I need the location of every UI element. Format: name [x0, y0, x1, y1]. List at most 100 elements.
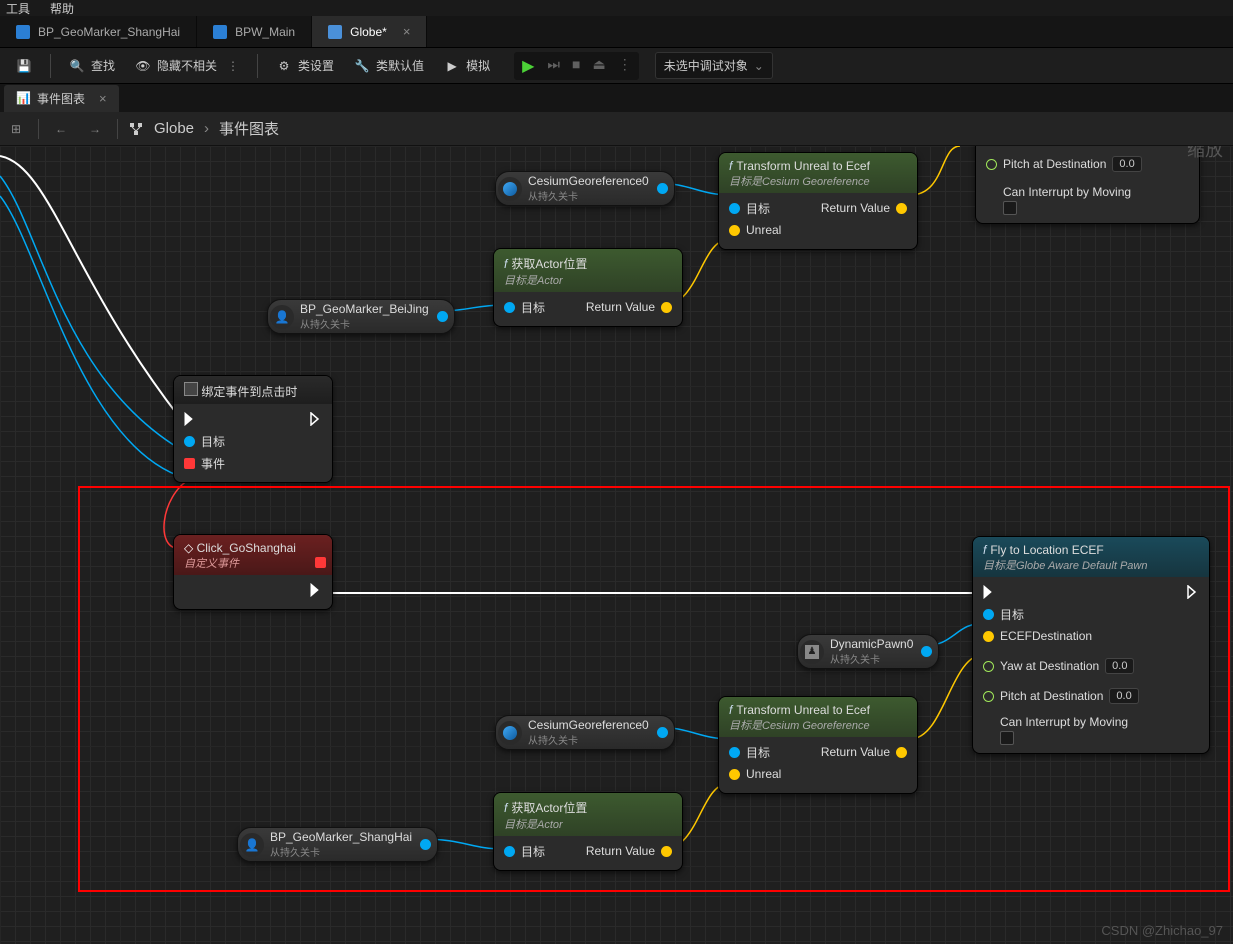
pin-target[interactable]: [729, 747, 740, 758]
node-bind-event-onclick[interactable]: 绑定事件到点击时 目标 事件: [173, 375, 333, 483]
simulation-button[interactable]: ▶模拟: [436, 53, 498, 78]
pin-target[interactable]: [184, 436, 195, 447]
subtab-event-graph[interactable]: 📊 事件图表 ×: [4, 85, 119, 112]
cesium-icon: [498, 177, 522, 201]
graph-canvas[interactable]: Yaw at Destination0.0 Pitch at Destinati…: [0, 146, 1233, 944]
more-icon[interactable]: ⋮: [615, 56, 635, 76]
pin-delegate-out[interactable]: [315, 557, 326, 568]
tab-bpw-main[interactable]: BPW_Main: [197, 16, 312, 47]
search-icon: 🔍: [69, 58, 85, 74]
nav-menu-icon[interactable]: ⊞: [4, 117, 28, 141]
tab-label: BPW_Main: [235, 25, 295, 39]
value-input[interactable]: 0.0: [1109, 688, 1138, 704]
wrench-icon: 🔧: [354, 58, 370, 74]
node-var-geomarker-beijing[interactable]: 👤 BP_GeoMarker_BeiJing从持久关卡: [267, 299, 455, 334]
main-tabs: BP_GeoMarker_ShangHai BPW_Main Globe* ×: [0, 16, 1233, 48]
graph-icon: [128, 121, 144, 137]
tab-globe[interactable]: Globe* ×: [312, 16, 427, 47]
node-fly-to-location-ecef[interactable]: fFly to Location ECEF目标是Globe Aware Defa…: [972, 536, 1210, 754]
step-button[interactable]: ⏭: [544, 56, 563, 76]
dropdown-icon: ⋮: [227, 59, 239, 73]
pin-target[interactable]: [983, 609, 994, 620]
pin-ecef[interactable]: [983, 631, 994, 642]
function-icon: f: [983, 543, 986, 557]
sub-tabs: 📊 事件图表 ×: [0, 84, 1233, 112]
pin-return[interactable]: [896, 747, 907, 758]
node-var-dynamic-pawn[interactable]: ♟ DynamicPawn0从持久关卡: [797, 634, 939, 669]
blueprint-icon: [16, 25, 30, 39]
pin-object-out[interactable]: [921, 646, 932, 657]
menu-tools[interactable]: 工具: [6, 0, 30, 16]
close-icon[interactable]: ×: [403, 24, 411, 39]
pin-target[interactable]: [504, 302, 515, 313]
event-icon: [184, 382, 198, 396]
pin-exec-out[interactable]: [310, 583, 322, 597]
separator: [50, 54, 51, 78]
node-get-actor-location-1[interactable]: f获取Actor位置目标是Actor 目标Return Value: [493, 248, 683, 327]
nav-back-button[interactable]: ←: [49, 117, 73, 141]
pin-unreal[interactable]: [729, 769, 740, 780]
pin-target[interactable]: [729, 203, 740, 214]
menu-help[interactable]: 帮助: [50, 0, 74, 16]
breadcrumb-current[interactable]: 事件图表: [219, 118, 279, 139]
blueprint-icon: [328, 25, 342, 39]
eject-button[interactable]: ⏏: [589, 56, 608, 76]
node-flyto-partial[interactable]: Yaw at Destination0.0 Pitch at Destinati…: [975, 146, 1200, 224]
function-icon: f: [729, 159, 732, 173]
pin-object-out[interactable]: [657, 727, 668, 738]
stop-button[interactable]: ■: [569, 56, 583, 76]
checkbox[interactable]: [1000, 731, 1014, 745]
value-input[interactable]: 0.0: [1105, 658, 1134, 674]
node-get-actor-location-2[interactable]: f获取Actor位置目标是Actor 目标Return Value: [493, 792, 683, 871]
pin-exec-out[interactable]: [1187, 585, 1199, 599]
node-var-cesium-georeference-1[interactable]: CesiumGeoreference0从持久关卡: [495, 171, 675, 206]
find-button[interactable]: 🔍查找: [61, 53, 123, 78]
pin-bool[interactable]: [986, 185, 997, 196]
close-icon[interactable]: ×: [99, 91, 107, 106]
nav-forward-button[interactable]: →: [83, 117, 107, 141]
pin-delegate[interactable]: [184, 458, 195, 469]
class-settings-button[interactable]: ⚙类设置: [268, 53, 342, 78]
pin-object-out[interactable]: [657, 183, 668, 194]
pin-yaw[interactable]: [983, 661, 994, 672]
save-button[interactable]: 💾: [8, 54, 40, 78]
pin-unreal[interactable]: [729, 225, 740, 236]
node-var-geomarker-shanghai[interactable]: 👤 BP_GeoMarker_ShangHai从持久关卡: [237, 827, 438, 862]
event-diamond-icon: ◇: [184, 541, 193, 555]
pin-pitch[interactable]: [983, 691, 994, 702]
toolbar: 💾 🔍查找 👁隐藏不相关⋮ ⚙类设置 🔧类默认值 ▶模拟 ▶ ⏭ ■ ⏏ ⋮ 未…: [0, 48, 1233, 84]
node-transform-unreal-ecef-1[interactable]: fTransform Unreal to Ecef目标是Cesium Geore…: [718, 152, 918, 250]
play-icon: ▶: [444, 58, 460, 74]
pin-exec-out[interactable]: [310, 412, 322, 426]
value-input[interactable]: 0.0: [1112, 156, 1141, 172]
pin-return[interactable]: [661, 302, 672, 313]
pin-float[interactable]: [986, 159, 997, 170]
pin-return[interactable]: [896, 203, 907, 214]
node-var-cesium-georeference-2[interactable]: CesiumGeoreference0从持久关卡: [495, 715, 675, 750]
checkbox[interactable]: [1003, 201, 1017, 215]
eye-icon: 👁: [135, 58, 151, 74]
breadcrumb: ⊞ ← → Globe › 事件图表: [0, 112, 1233, 146]
pin-exec-in[interactable]: [983, 585, 995, 599]
pin-bool[interactable]: [983, 715, 994, 726]
pin-object-out[interactable]: [437, 311, 448, 322]
node-transform-unreal-ecef-2[interactable]: fTransform Unreal to Ecef目标是Cesium Geore…: [718, 696, 918, 794]
separator: [257, 54, 258, 78]
gear-icon: ⚙: [276, 58, 292, 74]
pin-return[interactable]: [661, 846, 672, 857]
tab-geomarker-shanghai[interactable]: BP_GeoMarker_ShangHai: [0, 16, 197, 47]
pin-exec-in[interactable]: [184, 412, 196, 426]
function-icon: f: [729, 703, 732, 717]
cesium-icon: [498, 721, 522, 745]
node-event-click-goshanghai[interactable]: ◇ Click_GoShanghai 自定义事件: [173, 534, 333, 610]
hide-unrelated-button[interactable]: 👁隐藏不相关⋮: [127, 53, 247, 78]
debug-filter-dropdown[interactable]: 未选中调试对象 ⌄: [655, 52, 773, 79]
blueprint-icon: [213, 25, 227, 39]
watermark: CSDN @Zhichao_97: [1101, 923, 1223, 938]
breadcrumb-root[interactable]: Globe: [154, 120, 194, 137]
class-defaults-button[interactable]: 🔧类默认值: [346, 53, 432, 78]
play-controls: ▶ ⏭ ■ ⏏ ⋮: [514, 52, 639, 80]
pin-target[interactable]: [504, 846, 515, 857]
play-button[interactable]: ▶: [518, 56, 538, 76]
pin-object-out[interactable]: [420, 839, 431, 850]
